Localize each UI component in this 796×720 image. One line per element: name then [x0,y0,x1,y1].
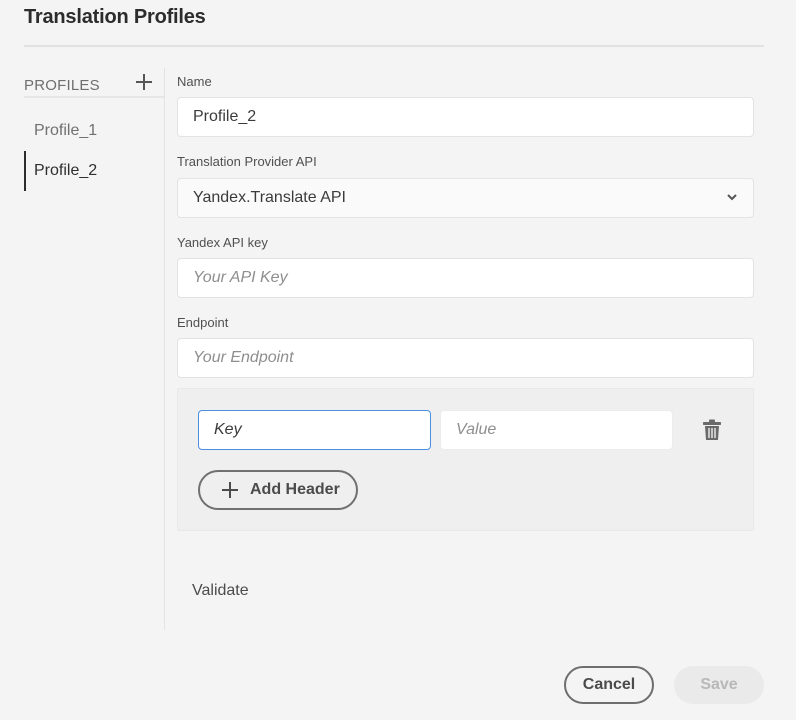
add-header-button[interactable]: Add Header [198,470,358,510]
trash-icon[interactable] [702,419,722,441]
validate-button[interactable]: Validate [192,582,249,600]
sidebar-heading: PROFILES [24,77,100,94]
provider-label: Translation Provider API [177,154,317,169]
plus-icon [222,482,238,498]
sidebar-item-label: Profile_1 [34,122,98,139]
header-value-input[interactable]: Value [440,410,673,450]
page-title: Translation Profiles [24,6,206,28]
sidebar-divider [164,68,165,630]
endpoint-label: Endpoint [177,315,229,330]
sidebar-item-label: Profile_2 [34,162,98,179]
sidebar-item-profile-1[interactable]: Profile_1 [24,111,164,151]
endpoint-input[interactable]: Your Endpoint [177,338,754,378]
chevron-down-icon [727,194,737,201]
headers-panel: Key Value Add Header [177,388,754,531]
sidebar-header: PROFILES [24,68,164,98]
api-key-label: Yandex API key [177,235,268,250]
add-profile-plus-icon[interactable] [134,72,154,92]
add-header-label: Add Header [250,481,340,498]
header-key-input[interactable]: Key [198,410,431,450]
name-label: Name [177,74,212,89]
api-key-input[interactable]: Your API Key [177,258,754,298]
provider-select[interactable]: Yandex.Translate API [177,178,754,218]
save-button[interactable]: Save [674,666,764,704]
cancel-button[interactable]: Cancel [564,666,654,704]
title-divider [24,45,764,47]
provider-selected-value: Yandex.Translate API [193,189,346,206]
translation-profiles-dialog: Translation Profiles PROFILES Profile_1 … [0,0,796,720]
sidebar-item-profile-2[interactable]: Profile_2 [24,151,164,191]
profiles-sidebar: PROFILES Profile_1 Profile_2 [24,68,164,630]
name-input[interactable]: Profile_2 [177,97,754,137]
